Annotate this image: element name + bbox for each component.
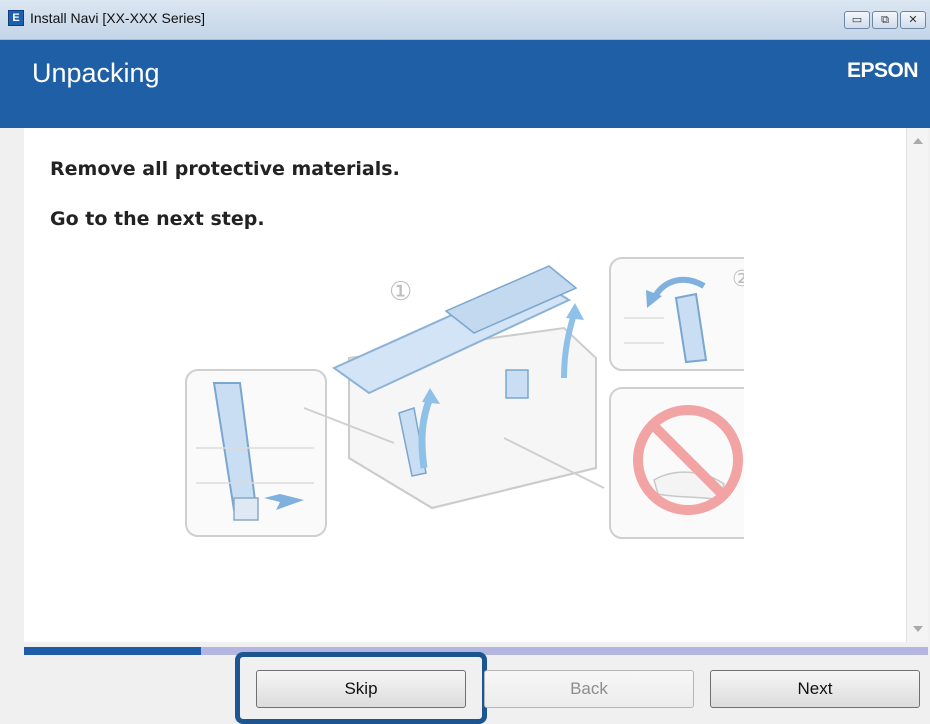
scroll-down-icon[interactable] (913, 626, 923, 632)
window-title: Install Navi [XX-XXX Series] (30, 10, 206, 26)
next-button[interactable]: Next (710, 670, 920, 708)
step-2-marker: ② (732, 267, 744, 292)
brand-logo: EPSON (846, 59, 919, 82)
minimize-button[interactable]: ▭ (844, 11, 870, 29)
callout-tape-right: ② (609, 257, 744, 371)
instruction-next-step: Go to the next step. (50, 208, 265, 230)
step-1-marker: ① (389, 277, 412, 307)
printer-body (303, 326, 605, 510)
window-titlebar: E Install Navi [XX-XXX Series] ▭ ⧉ ✕ (0, 0, 930, 40)
close-button[interactable]: ✕ (900, 11, 926, 29)
callout-tape-left (185, 369, 327, 537)
content-scrollbar[interactable] (906, 128, 928, 642)
progress-fill (24, 647, 202, 655)
maximize-button[interactable]: ⧉ (872, 11, 898, 29)
printer-unpacking-illustration: ① ② (185, 257, 744, 539)
page-title: Unpacking (32, 58, 160, 88)
content-panel: Remove all protective materials. Go to t… (24, 128, 906, 642)
callout-do-not-touch (609, 387, 744, 539)
scroll-up-icon[interactable] (913, 138, 923, 144)
back-button: Back (484, 670, 694, 708)
instruction-remove-materials: Remove all protective materials. (50, 158, 400, 180)
skip-button[interactable]: Skip (256, 670, 466, 708)
window-controls: ▭ ⧉ ✕ (844, 11, 926, 29)
app-icon: E (8, 10, 24, 26)
